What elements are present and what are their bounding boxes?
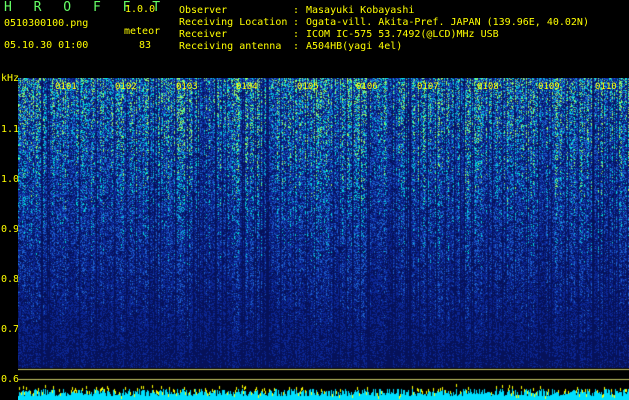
y-tick-1-0: 1.0 [1,174,20,185]
hrofft-window: H R O F F T 1.0.0 0510300100.png meteor … [0,0,629,400]
app-version: 1.0.0 [125,4,156,15]
meteor-label: meteor [124,26,161,37]
antenna-label: Receiving antenna [179,41,282,52]
x-tick-0102: 0102 [115,82,137,92]
x-tick-0110: 0110 [595,82,617,92]
observer-colon: : [293,5,300,16]
observer-value: Masayuki Kobayashi [306,5,415,16]
location-value: Ogata-vill. Akita-Pref. JAPAN (139.96E, … [306,17,589,28]
x-tick-0103: 0103 [176,82,198,92]
receiver-colon: : [293,29,300,40]
y-tick-0-7: 0.7 [1,324,20,335]
location-label: Receiving Location [179,17,288,28]
y-tick-0-9: 0.9 [1,224,20,235]
filename: 0510300100.png [4,18,89,29]
y-axis-unit: kHz [1,73,20,84]
x-tick-0109: 0109 [538,82,560,92]
x-tick-0105: 0105 [297,82,319,92]
meteor-count: 83 [139,40,152,51]
datetime: 05.10.30 01:00 [4,40,89,51]
y-tick-0-6: 0.6 [1,374,20,385]
x-tick-0106: 0106 [356,82,378,92]
receiver-label: Receiver [179,29,228,40]
x-tick-0101: 0101 [55,82,77,92]
spectrogram-canvas [18,78,629,400]
x-tick-0107: 0107 [417,82,439,92]
antenna-value: A504HB(yagi 4el) [306,41,403,52]
y-tick-0-8: 0.8 [1,274,20,285]
x-tick-0108: 0108 [477,82,499,92]
x-tick-0104: 0104 [236,82,258,92]
antenna-colon: : [293,41,300,52]
y-tick-1-1: 1.1 [1,124,20,135]
receiver-value: ICOM IC-575 53.7492(@LCD)MHz USB [306,29,499,40]
location-colon: : [293,17,300,28]
observer-label: Observer [179,5,228,16]
